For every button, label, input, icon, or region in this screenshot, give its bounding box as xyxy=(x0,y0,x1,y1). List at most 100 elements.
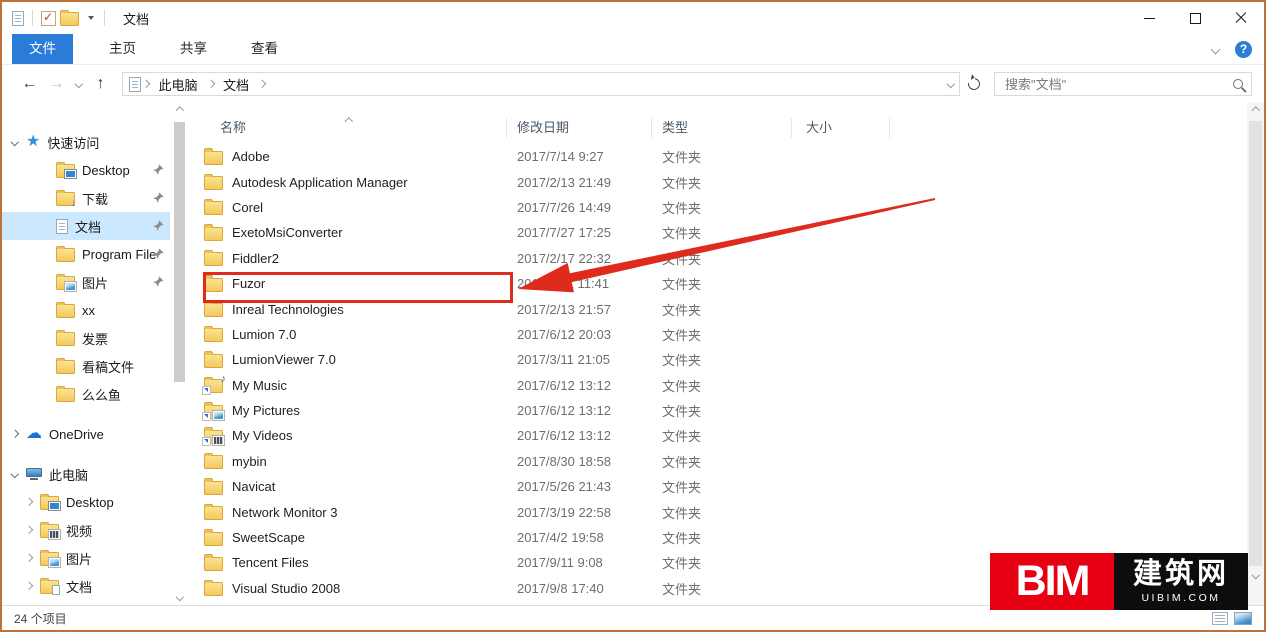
sidebar-item[interactable]: 文档 xyxy=(2,212,170,240)
file-row[interactable]: mybin 2017/8/30 18:58 文件夹 xyxy=(188,449,1247,474)
expander-icon[interactable] xyxy=(22,499,36,505)
column-header-type[interactable]: 类型 xyxy=(652,118,792,138)
file-row[interactable]: ExetoMsiConverter 2017/7/27 17:25 文件夹 xyxy=(188,220,1247,245)
file-date: 2017/2/17 22:32 xyxy=(507,251,652,266)
forward-button[interactable]: → xyxy=(43,75,70,93)
ribbon-tab[interactable]: 文件 xyxy=(12,34,73,64)
list-scrollbar[interactable] xyxy=(1247,102,1264,605)
file-row[interactable]: Adobe 2017/7/14 9:27 文件夹 xyxy=(188,144,1247,169)
sidebar-item[interactable]: 视频 xyxy=(2,516,170,544)
expander-icon[interactable] xyxy=(22,555,36,561)
address-bar[interactable]: 此电脑 文档 xyxy=(122,72,960,96)
navigation-pane: ★ 快速访问 Desktop 下载 文档 Program File xyxy=(2,102,188,605)
scrollbar-thumb[interactable] xyxy=(1249,121,1262,566)
ribbon-tab[interactable]: 共享 xyxy=(158,34,229,64)
file-row[interactable]: LumionViewer 7.0 2017/3/11 21:05 文件夹 xyxy=(188,347,1247,372)
scrollbar-thumb[interactable] xyxy=(174,122,185,382)
recent-locations-icon[interactable] xyxy=(70,81,87,87)
sidebar-item[interactable]: 么么鱼 xyxy=(2,380,170,408)
close-button[interactable] xyxy=(1218,2,1264,34)
help-icon[interactable] xyxy=(1235,41,1252,58)
item-label: Desktop xyxy=(82,163,130,178)
column-header-date[interactable]: 修改日期 xyxy=(507,118,652,138)
sidebar-item[interactable]: 图片 xyxy=(2,268,170,296)
expander-icon[interactable] xyxy=(8,471,22,477)
sidebar-item[interactable]: Program File xyxy=(2,240,170,268)
file-row[interactable]: Inreal Technologies 2017/2/13 21:57 文件夹 xyxy=(188,296,1247,321)
sidebar-item[interactable]: 下载 xyxy=(2,184,170,212)
sidebar-section-header[interactable]: 此电脑 xyxy=(2,460,170,488)
item-icon xyxy=(56,388,75,402)
file-row[interactable]: Fiddler2 2017/2/17 22:32 文件夹 xyxy=(188,246,1247,271)
item-icon xyxy=(56,360,75,374)
item-icon xyxy=(56,304,75,318)
scroll-down-icon[interactable] xyxy=(1247,566,1264,583)
expander-icon[interactable] xyxy=(22,527,36,533)
minimize-button[interactable] xyxy=(1126,2,1172,34)
item-label: 文档 xyxy=(66,577,92,596)
file-name: Fiddler2 xyxy=(232,251,279,266)
breadcrumb-item-this-pc[interactable]: 此电脑 xyxy=(151,75,206,94)
scroll-down-icon[interactable] xyxy=(171,588,188,605)
folder-icon xyxy=(204,176,223,190)
column-header-size[interactable]: 大小 xyxy=(792,118,890,138)
sidebar-section-header[interactable]: ☁ OneDrive xyxy=(2,420,170,448)
sidebar-section-header[interactable]: ★ 快速访问 xyxy=(2,128,170,156)
file-row[interactable]: Navicat 2017/5/26 21:43 文件夹 xyxy=(188,474,1247,499)
scroll-up-icon[interactable] xyxy=(171,102,188,119)
sidebar-section: ☁ OneDrive xyxy=(2,420,188,448)
file-row[interactable]: Lumion 7.0 2017/6/12 20:03 文件夹 xyxy=(188,322,1247,347)
watermark-brand-cn: 建筑网 xyxy=(1133,560,1229,589)
up-button[interactable]: ↑ xyxy=(87,75,114,93)
ribbon-tab[interactable]: 查看 xyxy=(229,34,300,64)
file-date: 2017/6/12 20:03 xyxy=(507,327,652,342)
back-button[interactable]: ← xyxy=(16,75,43,93)
file-row[interactable]: My Music 2017/6/12 13:12 文件夹 xyxy=(188,373,1247,398)
sidebar-scrollbar[interactable] xyxy=(171,102,188,605)
thumbnails-view-button[interactable] xyxy=(1234,612,1252,625)
file-row[interactable]: My Pictures 2017/6/12 13:12 文件夹 xyxy=(188,398,1247,423)
sidebar-item[interactable]: 发票 xyxy=(2,324,170,352)
expander-icon[interactable] xyxy=(22,583,36,589)
file-type: 文件夹 xyxy=(652,223,792,242)
refresh-button[interactable] xyxy=(960,72,988,96)
ribbon-tab[interactable]: 主页 xyxy=(87,34,158,64)
sidebar-item[interactable]: 看稿文件 xyxy=(2,352,170,380)
maximize-button[interactable] xyxy=(1172,2,1218,34)
item-label: Desktop xyxy=(66,495,114,510)
folder-icon xyxy=(204,227,223,241)
expander-icon[interactable] xyxy=(8,139,22,145)
file-row[interactable]: Corel 2017/7/26 14:49 文件夹 xyxy=(188,195,1247,220)
file-name: Inreal Technologies xyxy=(232,302,344,317)
ribbon-collapse-icon[interactable] xyxy=(1211,44,1221,54)
sidebar-item[interactable]: Desktop xyxy=(2,156,170,184)
file-name: My Pictures xyxy=(232,403,300,418)
sidebar-item[interactable]: 图片 xyxy=(2,544,170,572)
quick-access-customize-icon[interactable] xyxy=(88,16,94,20)
search-input[interactable] xyxy=(1003,76,1233,93)
breadcrumb-item-documents[interactable]: 文档 xyxy=(215,75,257,94)
navigation-bar: ← → ↑ 此电脑 文档 xyxy=(2,65,1264,103)
expander-icon[interactable] xyxy=(8,431,22,437)
sidebar-item[interactable]: xx xyxy=(2,296,170,324)
file-row[interactable]: Autodesk Application Manager 2017/2/13 2… xyxy=(188,169,1247,194)
address-dropdown-icon[interactable] xyxy=(946,80,954,88)
file-row[interactable]: Network Monitor 3 2017/3/19 22:58 文件夹 xyxy=(188,499,1247,524)
file-row[interactable]: Fuzor 2017/9/11 11:41 文件夹 xyxy=(188,271,1247,296)
file-date: 2017/6/12 13:12 xyxy=(507,428,652,443)
file-row[interactable]: SweetScape 2017/4/2 19:58 文件夹 xyxy=(188,525,1247,550)
quick-access-check-icon[interactable] xyxy=(41,11,56,26)
main-area: ★ 快速访问 Desktop 下载 文档 Program File xyxy=(2,102,1264,605)
search-icon[interactable] xyxy=(1233,79,1243,89)
scroll-up-icon[interactable] xyxy=(1247,102,1264,119)
item-icon xyxy=(40,496,59,510)
sidebar-item[interactable]: 文档 xyxy=(2,572,170,600)
folder-icon xyxy=(204,201,223,215)
sidebar-item[interactable]: Desktop xyxy=(2,488,170,516)
quick-access-folder-icon[interactable] xyxy=(60,10,79,26)
folder-icon xyxy=(204,506,223,520)
file-row[interactable]: My Videos 2017/6/12 13:12 文件夹 xyxy=(188,423,1247,448)
file-name: My Videos xyxy=(232,428,292,443)
details-view-button[interactable] xyxy=(1212,612,1228,625)
file-date: 2017/7/26 14:49 xyxy=(507,200,652,215)
